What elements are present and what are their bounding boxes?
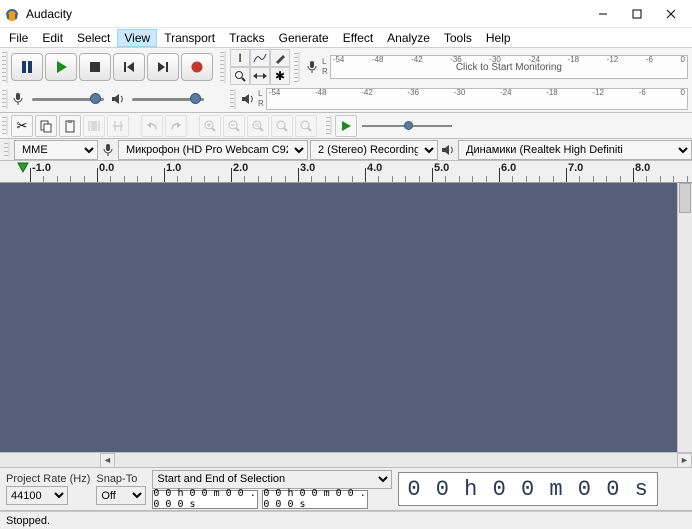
- audio-host-select[interactable]: MME: [14, 140, 98, 160]
- undo-button[interactable]: [141, 115, 163, 137]
- toolbar-grip[interactable]: [220, 51, 226, 83]
- zoom-toggle-button[interactable]: [295, 115, 317, 137]
- redo-button[interactable]: [165, 115, 187, 137]
- selection-start-time[interactable]: 0 0 h 0 0 m 0 0 . 0 0 0 s: [152, 490, 258, 509]
- toolbar-grip[interactable]: [2, 89, 8, 109]
- window-title: Audacity: [26, 7, 72, 21]
- speaker-icon: [240, 91, 256, 107]
- speaker-icon: [110, 91, 126, 107]
- menu-tracks[interactable]: Tracks: [222, 29, 272, 47]
- selection-tool[interactable]: I: [230, 49, 250, 67]
- playback-volume-slider[interactable]: [130, 91, 206, 107]
- titlebar: Audacity: [0, 0, 692, 28]
- mic-icon: [304, 59, 320, 75]
- status-text: Stopped.: [6, 515, 50, 527]
- toolbar-grip[interactable]: [294, 52, 300, 82]
- timeshift-tool[interactable]: [250, 67, 270, 85]
- menu-generate[interactable]: Generate: [272, 29, 336, 47]
- skip-start-button[interactable]: [113, 53, 145, 81]
- recording-channels-select[interactable]: 2 (Stereo) Recording Chann: [310, 140, 438, 160]
- menu-effect[interactable]: Effect: [336, 29, 380, 47]
- trim-button[interactable]: [83, 115, 105, 137]
- draw-tool[interactable]: [270, 49, 290, 67]
- toolbar-grip[interactable]: [2, 51, 8, 83]
- menu-transport[interactable]: Transport: [157, 29, 222, 47]
- snap-to-select[interactable]: Off: [96, 486, 146, 505]
- status-bar: Stopped.: [0, 511, 692, 529]
- cut-button[interactable]: ✂: [11, 115, 33, 137]
- envelope-tool[interactable]: [250, 49, 270, 67]
- snap-to-label: Snap-To: [96, 473, 146, 485]
- menu-tools[interactable]: Tools: [437, 29, 479, 47]
- menu-file[interactable]: File: [2, 29, 35, 47]
- toolbar-grip[interactable]: [2, 116, 8, 135]
- silence-button[interactable]: [107, 115, 129, 137]
- tools-grid: I ✱: [230, 49, 290, 85]
- selection-mode-select[interactable]: Start and End of Selection: [152, 470, 392, 489]
- copy-button[interactable]: [35, 115, 57, 137]
- speaker-icon: [440, 142, 456, 158]
- zoom-tool[interactable]: [230, 67, 250, 85]
- recording-device-select[interactable]: Микрофон (HD Pro Webcam C920: [118, 140, 308, 160]
- close-button[interactable]: [654, 3, 688, 25]
- timeline-ruler[interactable]: -1.00.01.02.03.04.05.06.07.08.09.0: [0, 161, 692, 183]
- meter-lr-label: LR: [258, 89, 264, 109]
- track-area[interactable]: [0, 183, 692, 452]
- toolbar-grip[interactable]: [326, 116, 332, 135]
- recording-meter[interactable]: -54-48-42-36-30-24-18-12-60 Click to Sta…: [330, 55, 688, 79]
- play-button[interactable]: [45, 53, 77, 81]
- zoom-in-button[interactable]: [199, 115, 221, 137]
- stop-button[interactable]: [79, 53, 111, 81]
- multi-tool[interactable]: ✱: [270, 67, 290, 85]
- toolbar-grip[interactable]: [230, 89, 236, 109]
- toolbar-grip[interactable]: [4, 142, 10, 157]
- paste-button[interactable]: [59, 115, 81, 137]
- playback-device-select[interactable]: Динамики (Realtek High Definiti: [458, 140, 692, 160]
- selection-toolbar: Project Rate (Hz) 44100 Snap-To Off Star…: [0, 467, 692, 511]
- zoom-out-button[interactable]: [223, 115, 245, 137]
- recording-volume-slider[interactable]: [30, 91, 106, 107]
- project-rate-select[interactable]: 44100: [6, 486, 68, 505]
- play-at-speed-button[interactable]: [335, 115, 357, 137]
- scroll-left-button[interactable]: ◄: [100, 453, 115, 468]
- menubar: FileEditSelectViewTransportTracksGenerat…: [0, 28, 692, 48]
- mic-icon: [100, 142, 116, 158]
- fit-selection-button[interactable]: [247, 115, 269, 137]
- meter-lr-label: LR: [322, 57, 328, 77]
- vertical-scrollbar[interactable]: [677, 183, 692, 452]
- menu-help[interactable]: Help: [479, 29, 518, 47]
- menu-select[interactable]: Select: [70, 29, 117, 47]
- mic-icon: [10, 91, 26, 107]
- playback-speed-slider[interactable]: [362, 119, 452, 133]
- pause-button[interactable]: [11, 53, 43, 81]
- playback-meter[interactable]: -54-48-42-36-30-24-18-12-60: [266, 88, 688, 110]
- horizontal-scrollbar[interactable]: ◄ ►: [0, 452, 692, 467]
- maximize-button[interactable]: [620, 3, 654, 25]
- app-logo: [4, 6, 20, 22]
- record-button[interactable]: [181, 53, 213, 81]
- project-rate-label: Project Rate (Hz): [6, 473, 90, 485]
- selection-end-time[interactable]: 0 0 h 0 0 m 0 0 . 0 0 0 s: [262, 490, 368, 509]
- menu-edit[interactable]: Edit: [35, 29, 70, 47]
- skip-end-button[interactable]: [147, 53, 179, 81]
- scroll-right-button[interactable]: ►: [677, 453, 692, 468]
- menu-view[interactable]: View: [117, 29, 157, 47]
- upper-toolbars: I ✱ LR -54-48-42-36-30-24-18-12-60 Click…: [0, 48, 692, 113]
- edit-toolbar: ✂: [0, 113, 692, 139]
- audio-position-display[interactable]: 0 0 h 0 0 m 0 0 s: [398, 472, 657, 506]
- device-toolbar: MME Микрофон (HD Pro Webcam C920 2 (Ster…: [0, 139, 692, 161]
- menu-analyze[interactable]: Analyze: [380, 29, 437, 47]
- minimize-button[interactable]: [586, 3, 620, 25]
- fit-project-button[interactable]: [271, 115, 293, 137]
